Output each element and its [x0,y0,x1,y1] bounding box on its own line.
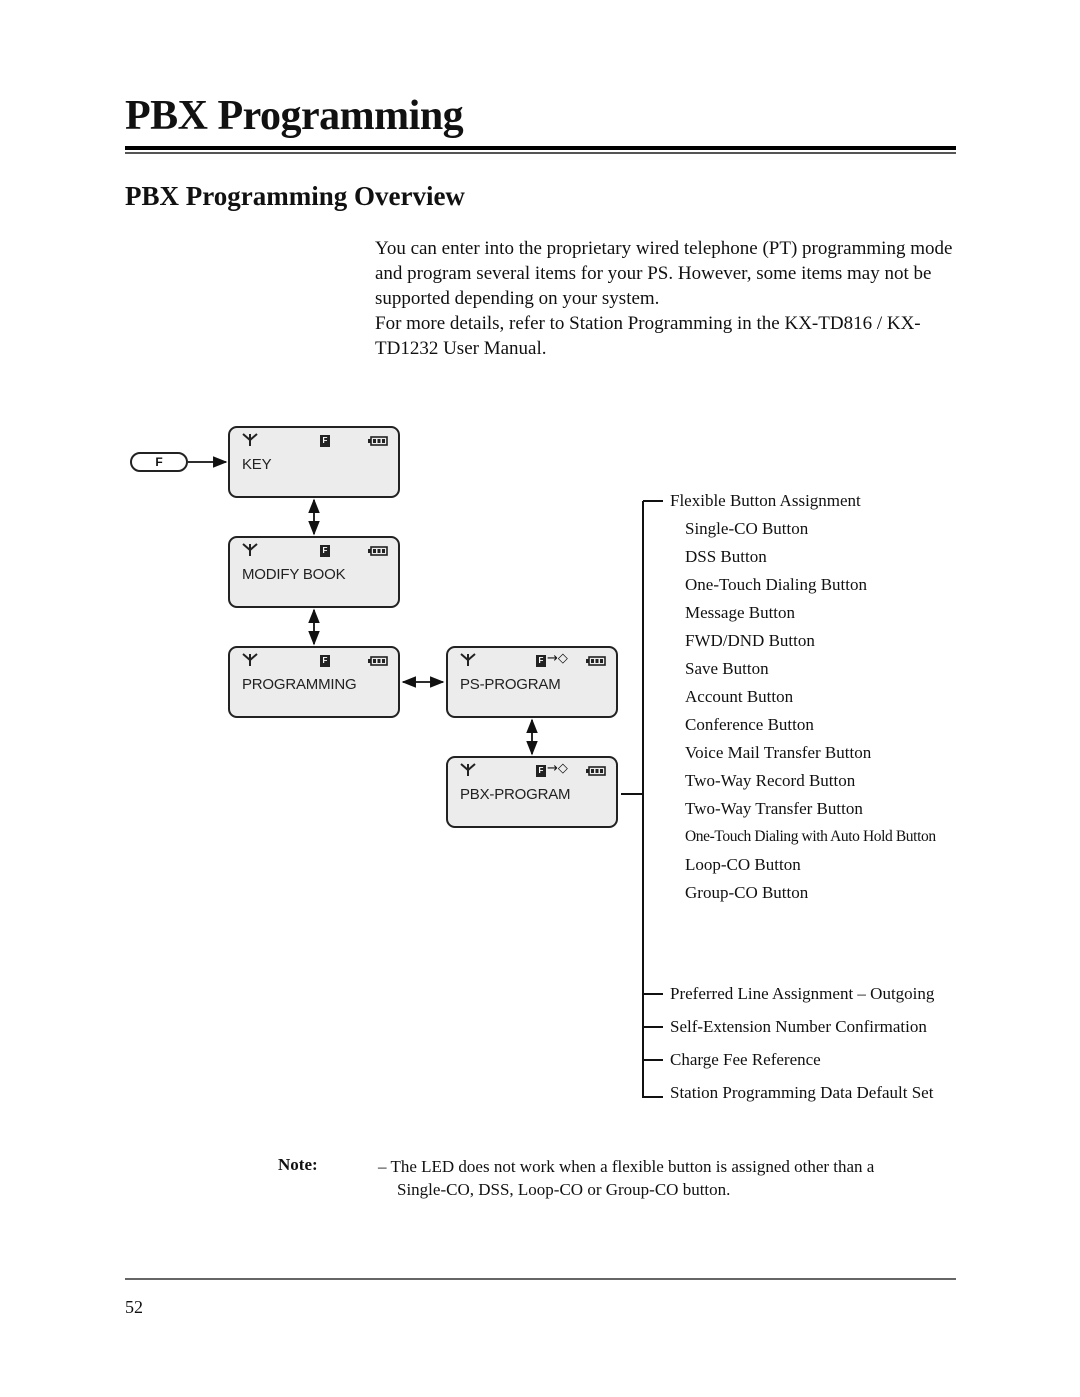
f-mode-icon: F [536,765,546,777]
tree-sub-item: Voice Mail Transfer Button [685,743,872,762]
battery-icon [368,656,388,666]
tree-item: Self-Extension Number Confirmation [670,1017,927,1036]
tree-item: Station Programming Data Default Set [670,1083,934,1102]
battery-icon [586,656,606,666]
f-key-button: F [130,452,188,472]
tree-item: Preferred Line Assignment – Outgoing [670,984,935,1003]
tree-sub-item: DSS Button [685,547,767,566]
battery-icon [368,436,388,446]
f-mode-icon: F [320,435,330,447]
tree-sub-item: Single-CO Button [685,519,809,538]
f-mode-icon: F [320,655,330,667]
lcd-text: KEY [242,456,272,473]
antenna-icon [242,543,258,556]
tree-sub-item: FWD/DND Button [685,631,815,650]
tree-sub-item: Group-CO Button [685,883,809,902]
tree-sub-item: Message Button [685,603,796,622]
note-line: Single-CO, DSS, Loop-CO or Group-CO butt… [397,1180,731,1199]
lcd-screen-ps-program: F →◇ PS-PROGRAM [446,646,618,718]
battery-icon [586,766,606,776]
antenna-icon [242,433,258,446]
tree-group-title: Flexible Button Assignment [670,491,861,510]
lcd-text: MODIFY BOOK [242,566,346,583]
note-label: Note: [278,1155,318,1174]
antenna-icon [460,763,476,776]
f-mode-icon: F [320,545,330,557]
note-line: – The LED does not work when a flexible … [378,1157,875,1176]
tree-sub-item: Save Button [685,659,769,678]
tree-sub-item: One-Touch Dialing Button [685,575,868,594]
tree-sub-item: Conference Button [685,715,814,734]
tree-sub-item: One-Touch Dialing with Auto Hold Button [685,828,936,845]
footer-rule [125,1278,956,1280]
lcd-text: PS-PROGRAM [460,676,561,693]
lcd-text: PBX-PROGRAM [460,786,571,803]
tree-sub-item: Two-Way Transfer Button [685,799,863,818]
tree-sub-item: Account Button [685,687,794,706]
lcd-text: PROGRAMMING [242,676,357,693]
lcd-screen-programming: F PROGRAMMING [228,646,400,718]
battery-icon [368,546,388,556]
lcd-screen-modify-book: F MODIFY BOOK [228,536,400,608]
note-text: – The LED does not work when a flexible … [378,1155,978,1201]
tree-sub-item: Loop-CO Button [685,855,801,874]
f-mode-icon: F [536,655,546,667]
arrow-enter-icon: →◇ [547,651,568,666]
lcd-screen-key: F KEY [228,426,400,498]
page-number: 52 [125,1297,143,1317]
tree-sub-item: Two-Way Record Button [685,771,856,790]
tree-sub-items: Single-CO Button DSS Button One-Touch Di… [685,518,936,910]
antenna-icon [242,653,258,666]
arrow-enter-icon: →◇ [547,761,568,776]
tree-item: Charge Fee Reference [670,1050,821,1069]
lcd-screen-pbx-program: F →◇ PBX-PROGRAM [446,756,618,828]
antenna-icon [460,653,476,666]
